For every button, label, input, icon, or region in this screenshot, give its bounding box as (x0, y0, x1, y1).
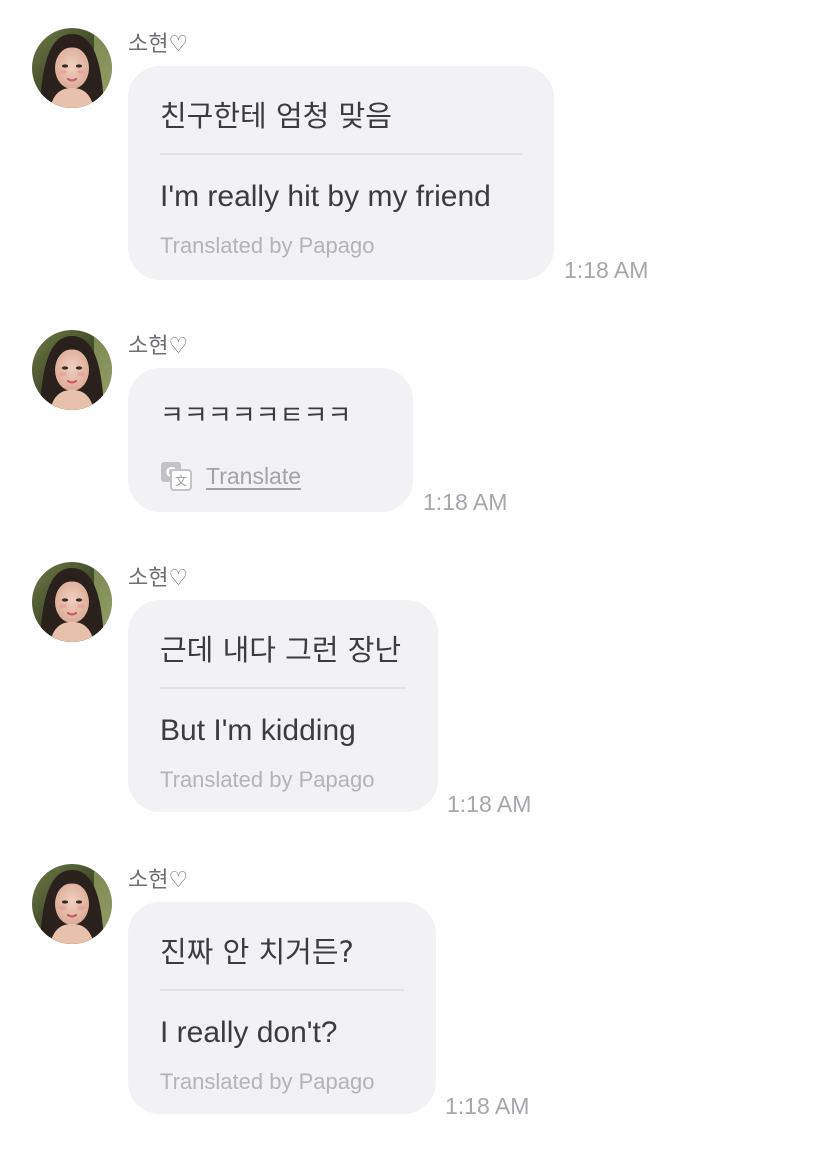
translated-text: I really don't? (160, 1016, 338, 1049)
translate-link[interactable]: Translate (206, 463, 301, 490)
timestamp: 1:18 AM (447, 791, 532, 817)
translation-credit: Translated by Papago (160, 1069, 375, 1094)
original-text: 진짜 안 치거든? (160, 935, 354, 969)
timestamp: 1:18 AM (423, 489, 508, 515)
sender-name: 소현♡ (128, 32, 189, 57)
sender-name: 소현♡ (128, 566, 189, 591)
avatar[interactable] (32, 28, 112, 108)
sender-name: 소현♡ (128, 334, 189, 359)
avatar[interactable] (32, 562, 112, 642)
translated-text: I'm really hit by my friend (160, 180, 491, 213)
avatar[interactable] (32, 330, 112, 410)
original-text: 친구한테 엄청 맞음 (160, 99, 392, 133)
message-bubble[interactable]: 진짜 안 치거든? I really don't? Translated by … (128, 902, 436, 1114)
translation-credit: Translated by Papago (160, 767, 375, 792)
sender-name: 소현♡ (128, 868, 189, 893)
timestamp: 1:18 AM (445, 1093, 530, 1119)
message-bubble[interactable]: 친구한테 엄청 맞음 I'm really hit by my friend T… (128, 66, 554, 280)
divider (160, 989, 404, 991)
message-bubble[interactable]: 근데 내다 그런 장난 But I'm kidding Translated b… (128, 600, 438, 812)
translate-icon[interactable]: G 文 (160, 460, 192, 492)
avatar[interactable] (32, 864, 112, 944)
translated-text: But I'm kidding (160, 714, 356, 747)
divider (160, 687, 406, 689)
original-text: ㅋㅋㅋㅋㅋㅌㅋㅋ (160, 401, 352, 431)
message-bubble[interactable]: ㅋㅋㅋㅋㅋㅌㅋㅋ G 文 Translate (128, 368, 413, 512)
translate-row[interactable]: G 文 Translate (160, 458, 381, 494)
divider (160, 153, 522, 155)
svg-text:文: 文 (175, 473, 187, 488)
original-text: 근데 내다 그런 장난 (160, 633, 402, 667)
translation-credit: Translated by Papago (160, 233, 375, 258)
timestamp: 1:18 AM (564, 257, 649, 283)
